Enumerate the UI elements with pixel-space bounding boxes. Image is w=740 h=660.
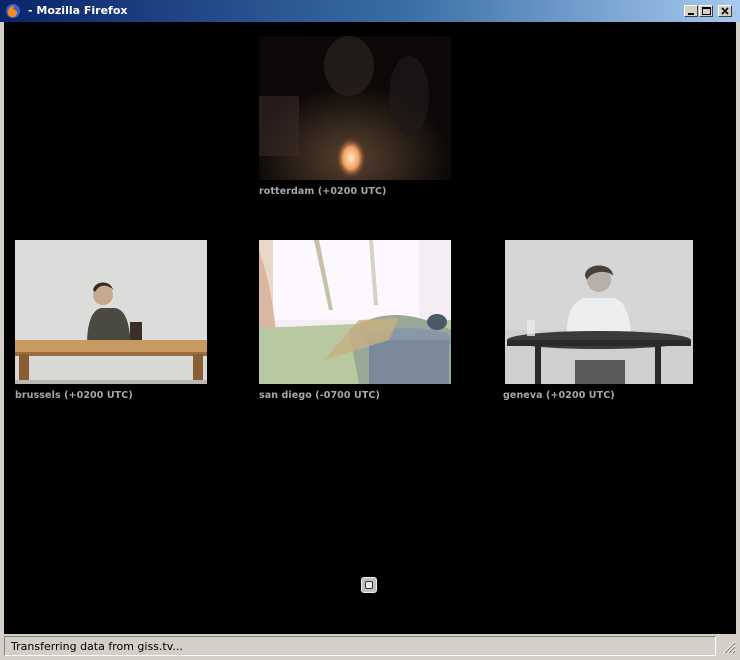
stream-caption-geneva: geneva (+0200 UTC) xyxy=(503,390,615,401)
close-button[interactable] xyxy=(718,5,732,17)
stream-caption-brussels: brussels (+0200 UTC) xyxy=(15,390,133,401)
minimize-button[interactable] xyxy=(684,5,698,17)
resize-grip-icon[interactable] xyxy=(720,638,736,654)
video-stream-rotterdam[interactable] xyxy=(259,36,451,180)
firefox-icon xyxy=(6,4,20,18)
close-icon xyxy=(721,7,729,15)
stream-caption-rotterdam: rotterdam (+0200 UTC) xyxy=(259,186,387,197)
video-stream-brussels[interactable] xyxy=(15,240,207,384)
maximize-icon xyxy=(702,7,711,15)
video-stream-geneva[interactable] xyxy=(505,240,693,384)
browser-window: - Mozilla Firefox rotterdam (+0200 UTC) … xyxy=(0,0,740,660)
maximize-button[interactable] xyxy=(699,5,713,17)
window-title: - Mozilla Firefox xyxy=(28,4,128,17)
loading-icon xyxy=(361,577,377,593)
video-stream-san-diego[interactable] xyxy=(259,240,451,384)
page-content: rotterdam (+0200 UTC) brussels (+0200 UT… xyxy=(4,22,736,634)
status-bar: Transferring data from giss.tv... xyxy=(4,636,736,656)
title-bar[interactable]: - Mozilla Firefox xyxy=(0,0,740,22)
status-field: Transferring data from giss.tv... xyxy=(4,636,716,656)
status-text: Transferring data from giss.tv... xyxy=(11,640,183,653)
minimize-icon xyxy=(688,13,694,15)
stream-caption-san-diego: san diego (-0700 UTC) xyxy=(259,390,380,401)
